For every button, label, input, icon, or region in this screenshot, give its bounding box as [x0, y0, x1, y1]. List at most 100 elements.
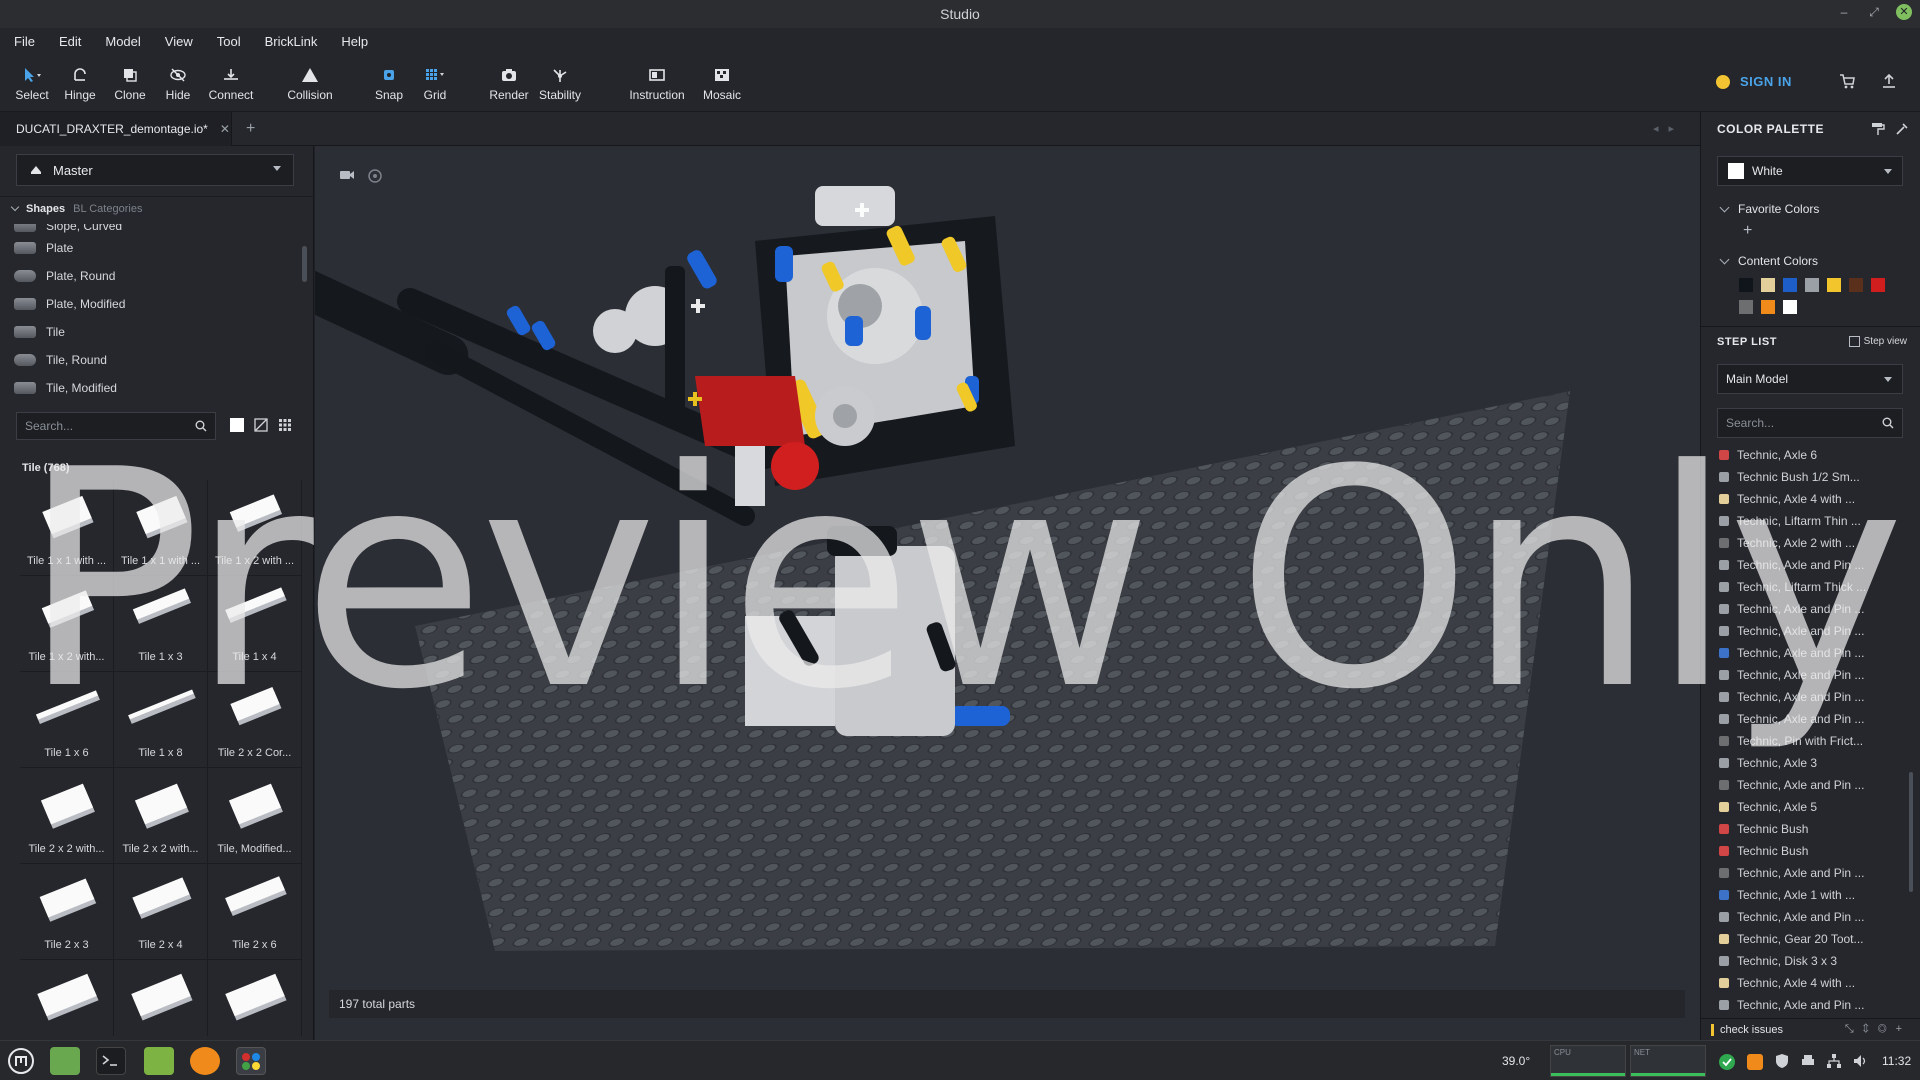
category-item[interactable]: Slope, Curved	[14, 224, 122, 236]
collision-tool-button[interactable]: Collision	[282, 64, 338, 102]
part-tile[interactable]	[208, 960, 302, 1036]
step-list-item[interactable]: Technic, Axle and Pin ...	[1719, 774, 1909, 796]
color-swatch[interactable]	[1783, 278, 1797, 292]
cart-icon[interactable]	[1838, 72, 1856, 90]
step-list-item[interactable]: Technic, Axle 5	[1719, 796, 1909, 818]
checkbox[interactable]	[1848, 336, 1860, 347]
step-list-item[interactable]: Technic, Axle 2 with ...	[1719, 532, 1909, 554]
grid-tool-button[interactable]: Grid	[407, 64, 463, 102]
tab-scroll-arrows[interactable]: ◂▸	[1653, 122, 1684, 135]
check-issues-bar[interactable]: check issues ⤡⇕◎+	[1701, 1018, 1920, 1040]
notification-icon[interactable]	[1746, 1053, 1763, 1070]
sign-in-button[interactable]: SIGN IN	[1716, 74, 1792, 89]
menu-bricklink[interactable]: BrickLink	[265, 34, 318, 49]
hinge-tool-button[interactable]: Hinge	[52, 64, 108, 102]
part-tile[interactable]: Tile 1 x 1 with ...	[20, 480, 114, 576]
part-tile[interactable]: Tile 2 x 2 Cor...	[208, 672, 302, 768]
mosaic-tool-button[interactable]: Mosaic	[694, 64, 750, 102]
menu-file[interactable]: File	[14, 34, 35, 49]
palette-select[interactable]: Master	[16, 154, 294, 186]
category-item[interactable]: Plate, Round	[14, 266, 115, 286]
step-list-item[interactable]: Technic Bush	[1719, 840, 1909, 862]
maximize-button[interactable]: ⤢	[1866, 5, 1882, 20]
category-item[interactable]: Plate	[14, 238, 73, 258]
color-swatch[interactable]	[1761, 278, 1775, 292]
viewport-scene[interactable]	[315, 146, 1700, 1040]
step-list-item[interactable]: Technic, Axle 6	[1719, 444, 1909, 466]
part-tile[interactable]	[20, 960, 114, 1036]
part-tile[interactable]: Tile 2 x 4	[114, 864, 208, 960]
color-swatch[interactable]	[1827, 278, 1841, 292]
baseplate[interactable]	[415, 391, 1570, 951]
tab-bl-categories[interactable]: BL Categories	[73, 203, 142, 215]
color-select[interactable]: White	[1717, 156, 1903, 186]
part-tile[interactable]: Tile, Modified...	[208, 768, 302, 864]
step-list-item[interactable]: Technic, Gear 20 Toot...	[1719, 928, 1909, 950]
part-tile[interactable]: Tile 1 x 6	[20, 672, 114, 768]
stability-tool-button[interactable]: Stability	[532, 64, 588, 102]
hide-tool-button[interactable]: Hide	[150, 64, 206, 102]
color-swatch[interactable]	[1849, 278, 1863, 292]
color-swatch[interactable]	[1739, 278, 1753, 292]
color-swatch[interactable]	[1739, 300, 1753, 314]
step-list-item[interactable]: Technic Bush	[1719, 818, 1909, 840]
printer-icon[interactable]	[1800, 1053, 1816, 1069]
show-desktop-icon[interactable]	[50, 1047, 80, 1075]
step-list-item[interactable]: Technic, Axle and Pin ...	[1719, 906, 1909, 928]
step-list-item[interactable]: Technic, Axle 4 with ...	[1719, 488, 1909, 510]
studio-app-icon[interactable]	[236, 1047, 266, 1075]
part-tile[interactable]: Tile 1 x 3	[114, 576, 208, 672]
step-list-item[interactable]: Technic, Axle and Pin ...	[1719, 664, 1909, 686]
category-item[interactable]: Tile, Modified	[14, 378, 117, 398]
terminal-icon[interactable]	[96, 1047, 126, 1075]
color-swatch[interactable]	[1783, 300, 1797, 314]
rotate-icon[interactable]	[367, 168, 383, 187]
files-icon[interactable]	[144, 1047, 174, 1075]
step-view-checkbox[interactable]: Step view	[1848, 336, 1907, 347]
firefox-icon[interactable]	[190, 1047, 220, 1075]
favorite-colors-header[interactable]: Favorite Colors	[1719, 202, 1819, 216]
step-list-item[interactable]: Technic, Disk 3 x 3	[1719, 950, 1909, 972]
part-tile[interactable]: Tile 2 x 6	[208, 864, 302, 960]
step-list-item[interactable]: Technic, Axle 3	[1719, 752, 1909, 774]
part-tile[interactable]: Tile 1 x 4	[208, 576, 302, 672]
close-button[interactable]: ✕	[1896, 4, 1912, 20]
model-select[interactable]: Main Model	[1717, 364, 1903, 394]
part-search-input[interactable]: Search...	[16, 412, 216, 440]
step-list-item[interactable]: Technic, Liftarm Thin ...	[1719, 510, 1909, 532]
part-tile[interactable]: Tile 1 x 8	[114, 672, 208, 768]
clock[interactable]: 11:32	[1882, 1054, 1911, 1068]
step-list-item[interactable]: Technic, Liftarm Thick ...	[1719, 576, 1909, 598]
minimize-button[interactable]: –	[1836, 5, 1852, 19]
render-tool-button[interactable]: Render	[481, 64, 537, 102]
network-icon[interactable]	[1826, 1053, 1842, 1069]
document-tab[interactable]: DUCATI_DRAXTER_demontage.io* ✕	[0, 112, 232, 146]
connect-tool-button[interactable]: Connect	[203, 64, 259, 102]
menu-edit[interactable]: Edit	[59, 34, 81, 49]
color-swatch[interactable]	[1805, 278, 1819, 292]
add-favorite-color-button[interactable]: +	[1743, 222, 1752, 240]
step-list-scrollbar[interactable]	[1909, 772, 1913, 892]
close-tab-icon[interactable]: ✕	[220, 122, 230, 136]
part-tile[interactable]: Tile 2 x 2 with...	[114, 768, 208, 864]
menu-view[interactable]: View	[165, 34, 193, 49]
step-list-item[interactable]: Technic, Axle and Pin ...	[1719, 598, 1909, 620]
category-item[interactable]: Tile, Round	[14, 350, 107, 370]
part-tile[interactable]: Tile 2 x 3	[20, 864, 114, 960]
part-tile[interactable]: Tile 1 x 2 with ...	[208, 480, 302, 576]
category-item[interactable]: Plate, Modified	[14, 294, 125, 314]
add-tab-button[interactable]: +	[246, 120, 255, 138]
3d-viewport[interactable]: 197 total parts	[315, 146, 1700, 1040]
upload-icon[interactable]	[1880, 72, 1898, 90]
tab-shapes[interactable]: Shapes	[26, 203, 65, 215]
menu-tool[interactable]: Tool	[217, 34, 241, 49]
issue-controls[interactable]: ⤡⇕◎+	[1845, 1023, 1911, 1036]
step-list-item[interactable]: Technic Bush 1/2 Sm...	[1719, 466, 1909, 488]
instruction-tool-button[interactable]: Instruction	[629, 64, 685, 102]
menu-model[interactable]: Model	[105, 34, 140, 49]
menu-help[interactable]: Help	[341, 34, 368, 49]
step-list-item[interactable]: Technic, Axle and Pin ...	[1719, 686, 1909, 708]
step-list-item[interactable]: Technic, Axle and Pin ...	[1719, 620, 1909, 642]
step-list-item[interactable]: Technic, Axle and Pin ...	[1719, 708, 1909, 730]
step-list-item[interactable]: Technic, Axle 1 with ...	[1719, 884, 1909, 906]
